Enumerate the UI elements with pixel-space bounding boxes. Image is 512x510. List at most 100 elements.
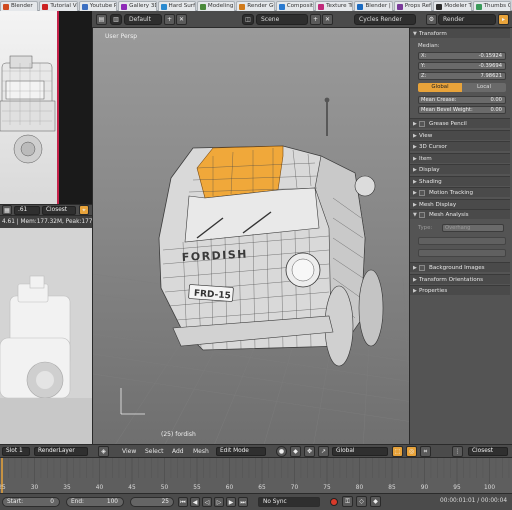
layout-add-icon[interactable]: +: [164, 14, 175, 25]
3d-viewport[interactable]: FORDISH FRD-15 User Persp (25) fordish: [92, 28, 409, 444]
jump-start-icon[interactable]: ⏮: [178, 497, 188, 507]
scene-dropdown[interactable]: Scene: [256, 14, 308, 25]
snap-target-dropdown[interactable]: Closest: [468, 447, 508, 456]
panel-display[interactable]: ▶ Display: [410, 164, 510, 174]
mode-dropdown[interactable]: Edit Mode: [216, 447, 266, 456]
analysis-type-dropdown[interactable]: Overhang: [442, 224, 504, 232]
render-engine-dropdown[interactable]: Cycles Render: [354, 14, 416, 25]
timeline[interactable]: 25 30 35 40 45 50 55 60 65 70 75 80 85 90 95 100: [0, 457, 512, 493]
start-frame-field[interactable]: Start: 0: [2, 497, 60, 507]
selected-roof-faces[interactable]: [196, 145, 284, 199]
delete-keyframe-icon[interactable]: ◆: [370, 496, 381, 507]
pin-icon[interactable]: ▸: [498, 14, 509, 25]
current-frame-field[interactable]: 25: [130, 497, 174, 507]
browser-tab[interactable]: Youtube Projects Bu...: [78, 1, 118, 11]
properties-tab[interactable]: Render: [438, 14, 496, 25]
browser-tab[interactable]: Blender | The Sta...: [354, 1, 393, 11]
browser-tab[interactable]: Render Guide: [236, 1, 275, 11]
coord-field-y[interactable]: Y: -0.39694: [418, 62, 506, 70]
coord-field-x[interactable]: X: -0.15924: [418, 52, 506, 60]
checkbox-icon[interactable]: [419, 190, 425, 196]
timeline-ruler: [1, 458, 510, 493]
panel-grease-pencil[interactable]: ▶ Grease Pencil: [410, 118, 510, 128]
timeline-frame-number: 100: [483, 485, 496, 491]
layout-remove-icon[interactable]: ✕: [176, 14, 187, 25]
browser-tab[interactable]: Modeler Tips: [433, 1, 472, 11]
next-keyframe-icon[interactable]: ▶: [226, 497, 236, 507]
scene-add-icon[interactable]: +: [310, 14, 321, 25]
scene-remove-icon[interactable]: ✕: [322, 14, 333, 25]
analysis-range-field[interactable]: [418, 237, 506, 245]
mean-bevel-weight-field[interactable]: Mean Bevel Weight: 0.00: [418, 106, 506, 114]
vertex-select-icon[interactable]: ⬚: [392, 446, 403, 457]
sync-dropdown[interactable]: No Sync: [258, 497, 320, 507]
panel-shading[interactable]: ▶ Shading: [410, 175, 510, 186]
mean-crease-field[interactable]: Mean Crease: 0.00: [418, 96, 506, 104]
mesh-analysis-title[interactable]: ▼ Mesh Analysis: [410, 209, 510, 219]
menu-mesh[interactable]: Mesh: [193, 448, 209, 455]
snap-dropdown[interactable]: Closest: [42, 206, 76, 215]
panel-3d-cursor[interactable]: ▶ 3D Cursor: [410, 141, 510, 151]
shading-icon[interactable]: ●: [276, 446, 287, 457]
record-icon[interactable]: [330, 498, 338, 506]
render-value-field[interactable]: .61: [14, 206, 40, 215]
browser-tab[interactable]: Thumbs Competition...: [472, 1, 511, 11]
panel-motion-tracking[interactable]: ▶ Motion Tracking: [410, 187, 510, 197]
local-toggle[interactable]: Local: [462, 83, 506, 92]
menu-select[interactable]: Select: [145, 448, 164, 455]
menu-add[interactable]: Add: [172, 448, 184, 455]
layout-browse-icon[interactable]: ▥: [110, 14, 122, 25]
play-reverse-icon[interactable]: ◁: [202, 497, 212, 507]
snap-toggle-icon[interactable]: ⌗: [420, 446, 431, 457]
browser-tab[interactable]: Hard Surface Wo...: [157, 1, 196, 11]
browser-tab[interactable]: Gallery 3D Artw...: [118, 1, 157, 11]
slot-dropdown[interactable]: Slot 1: [2, 447, 30, 456]
timeline-frame-number: 50: [160, 485, 169, 491]
properties-editor-icon[interactable]: ⚙: [426, 14, 437, 25]
layout-dropdown[interactable]: Default: [124, 14, 162, 25]
render-layer-dropdown[interactable]: RenderLayer: [34, 447, 88, 456]
truck-model[interactable]: FORDISH FRD-15: [158, 97, 384, 367]
editor-type-icon[interactable]: ▤: [96, 14, 107, 25]
panel-transform-orientations[interactable]: ▶ Transform Orientations: [410, 273, 510, 284]
editor-type-icon[interactable]: ◈: [98, 446, 109, 457]
snap-element-icon[interactable]: ⋮: [452, 446, 463, 457]
transform-panel-title[interactable]: ▼ Transform: [410, 28, 510, 38]
panel-properties[interactable]: ▶ Properties: [410, 285, 510, 295]
proportional-edit-icon[interactable]: ◎: [406, 446, 417, 457]
panel-item[interactable]: ▶ Item: [410, 152, 510, 163]
prev-keyframe-icon[interactable]: ◀: [190, 497, 200, 507]
checkbox-icon[interactable]: [419, 121, 425, 127]
end-frame-field[interactable]: End: 100: [66, 497, 124, 507]
panel-background-images[interactable]: ▶ Background Images: [410, 262, 510, 272]
favicon-icon: [121, 4, 128, 10]
analysis-axis-buttons[interactable]: [418, 249, 506, 257]
translate-icon[interactable]: ↗: [318, 446, 329, 457]
collapse-arrow-icon: ▶: [413, 167, 417, 173]
keying-set-icon[interactable]: ⚿: [342, 496, 353, 507]
global-toggle[interactable]: Global: [418, 83, 462, 92]
collapse-arrow-icon: ▶: [413, 201, 417, 208]
panel-mesh-display[interactable]: ▶ Mesh Display: [410, 198, 510, 209]
browser-tab[interactable]: Composition: [275, 1, 315, 11]
view-icon[interactable]: ▦: [2, 205, 12, 215]
snap-icon[interactable]: ⌖: [79, 205, 89, 215]
insert-keyframe-icon[interactable]: ◇: [356, 496, 367, 507]
checkbox-icon[interactable]: [419, 212, 425, 218]
orientation-dropdown[interactable]: Global: [332, 447, 388, 456]
jump-end-icon[interactable]: ⏭: [238, 497, 248, 507]
browser-tab[interactable]: Tutorial Video: [39, 1, 78, 11]
browser-tab[interactable]: Blender: [0, 1, 39, 11]
browser-tab[interactable]: Modeling...: [196, 1, 236, 11]
browser-tab-label: Modeling...: [207, 3, 234, 9]
browser-tab[interactable]: Texture Tutorial...: [315, 1, 354, 11]
play-icon[interactable]: ▷: [214, 497, 224, 507]
manipulator-icon[interactable]: ✥: [304, 446, 315, 457]
coord-field-z[interactable]: Z: 7.98621: [418, 72, 506, 80]
scene-browse-icon[interactable]: ◫: [242, 14, 254, 25]
pivot-icon[interactable]: ◆: [290, 446, 301, 457]
checkbox-icon[interactable]: [419, 265, 425, 271]
panel-view[interactable]: ▶ View: [410, 129, 510, 140]
menu-view[interactable]: View: [122, 448, 136, 455]
browser-tab[interactable]: Props Refs: [393, 1, 433, 11]
